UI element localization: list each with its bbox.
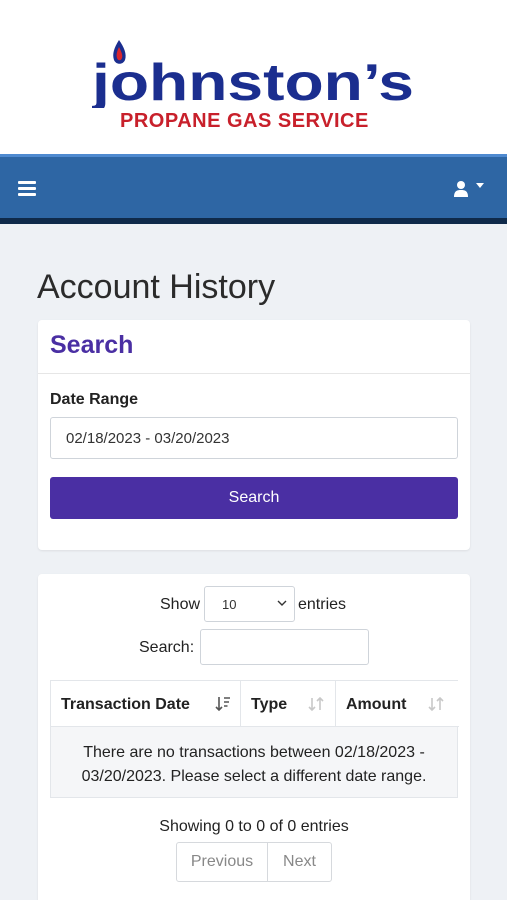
previous-page-button[interactable]: Previous: [176, 842, 268, 882]
top-navbar: [0, 154, 507, 224]
user-icon: [454, 181, 484, 197]
column-label: Type: [251, 696, 288, 713]
sort-descending-icon: [215, 697, 230, 712]
table-search-label: Search:: [139, 639, 195, 656]
next-page-button[interactable]: Next: [267, 842, 332, 882]
transactions-table: Transaction Date Type Amount There are n…: [50, 680, 459, 798]
table-info: Showing 0 to 0 of 0 entries: [159, 818, 349, 835]
hamburger-icon-bar: [18, 193, 36, 196]
tagline: PROPANE GAS SERVICE: [120, 110, 369, 132]
entries-label: entries: [298, 596, 347, 613]
transactions-card: Show 10 entries Search: Transaction Date: [38, 574, 470, 900]
chevron-down-icon: [277, 600, 287, 606]
column-header-transaction-date[interactable]: Transaction Date: [51, 681, 241, 727]
pagination: Previous Next: [176, 842, 332, 882]
column-header-amount[interactable]: Amount: [336, 681, 459, 727]
table-header: Transaction Date Type Amount: [51, 681, 459, 727]
column-header-type[interactable]: Type: [241, 681, 336, 727]
logo-header: johnston’s PROPANE GAS SERVICE: [0, 0, 507, 154]
entries-per-page-select[interactable]: 10: [204, 586, 295, 622]
hamburger-icon: [18, 181, 36, 184]
entries-select-value: 10: [222, 597, 237, 612]
user-menu-button[interactable]: [452, 177, 492, 203]
table-search-input[interactable]: [200, 629, 369, 665]
column-label: Amount: [346, 696, 407, 713]
empty-table-message: There are no transactions between 02/18/…: [51, 727, 457, 797]
search-card-heading: Search: [50, 331, 134, 359]
search-card: Search Date Range Search: [38, 320, 470, 550]
date-range-input[interactable]: [50, 417, 458, 459]
hamburger-menu-button[interactable]: [18, 181, 36, 197]
caret-down-icon: [476, 183, 484, 188]
show-label: Show: [160, 596, 201, 613]
column-label: Transaction Date: [61, 696, 190, 713]
main-content: Account History Search Date Range Search…: [0, 224, 507, 900]
company-logo: johnston’s PROPANE GAS SERVICE: [92, 20, 422, 140]
page-title: Account History: [37, 268, 276, 306]
search-button[interactable]: Search: [50, 477, 458, 519]
date-range-label: Date Range: [50, 391, 139, 408]
hamburger-icon-bar: [18, 187, 36, 190]
sort-icon: [308, 696, 324, 712]
sort-icon: [428, 696, 444, 712]
brand-name-logo: johnston’s: [92, 40, 414, 108]
search-card-header: Search: [38, 320, 470, 374]
svg-text:johnston’s: johnston’s: [92, 54, 414, 108]
